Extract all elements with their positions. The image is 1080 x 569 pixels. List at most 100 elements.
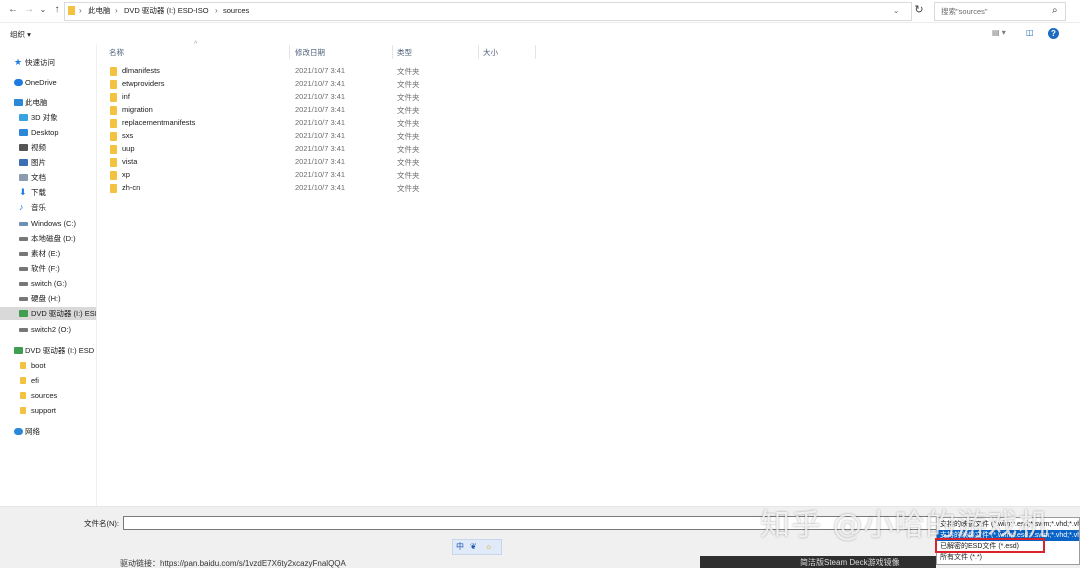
breadcrumb-separator-icon: › (115, 6, 118, 15)
picture-icon (19, 159, 28, 166)
file-row[interactable]: sxs 2021/10/7 3:41 文件夹 (104, 130, 584, 143)
file-row[interactable]: zh-cn 2021/10/7 3:41 文件夹 (104, 182, 584, 195)
file-type: 文件夹 (397, 80, 420, 89)
file-type: 文件夹 (397, 93, 420, 102)
column-header-type[interactable]: 类型 (397, 47, 412, 58)
file-row[interactable]: uup 2021/10/7 3:41 文件夹 (104, 143, 584, 156)
nav-item-drive-e[interactable]: 素材 (E:) (0, 247, 96, 260)
sort-ascending-icon: ^ (194, 41, 198, 48)
music-icon: ♪ (19, 202, 24, 212)
drive-icon (19, 237, 28, 241)
column-divider[interactable] (535, 45, 536, 59)
nav-item-efi[interactable]: efi (0, 374, 96, 387)
nav-item-drive-c[interactable]: Windows (C:) (0, 217, 96, 230)
address-dropdown-icon[interactable]: ⌄ (893, 5, 899, 17)
file-date: 2021/10/7 3:41 (295, 170, 346, 179)
file-row[interactable]: inf 2021/10/7 3:41 文件夹 (104, 91, 584, 104)
file-type: 文件夹 (397, 145, 420, 154)
file-name: sxs (122, 131, 134, 140)
up-arrow-icon[interactable]: ↑ (50, 3, 64, 17)
address-bar[interactable]: › 此电脑 › DVD 驱动器 (I:) ESD-ISO › sources ⌄ (64, 2, 912, 21)
nav-item-documents[interactable]: 文档 (0, 171, 96, 184)
folder-icon (110, 93, 117, 102)
nav-item-drive-f[interactable]: 软件 (F:) (0, 262, 96, 275)
file-row[interactable]: replacementmanifests 2021/10/7 3:41 文件夹 (104, 117, 584, 130)
history-chevron-icon[interactable]: ⌄ (36, 3, 50, 17)
dvd-icon (14, 347, 23, 354)
nav-item-pictures[interactable]: 图片 (0, 156, 96, 169)
column-divider[interactable] (289, 45, 290, 59)
search-placeholder: 搜索"sources" (941, 7, 988, 16)
preview-pane-icon[interactable]: ◫ (1026, 28, 1034, 38)
star-icon: ★ (14, 57, 23, 67)
nav-item-quick-access[interactable]: ★ 快速访问 (0, 56, 96, 69)
breadcrumb-sources[interactable]: sources (223, 5, 249, 17)
column-divider[interactable] (392, 45, 393, 59)
breadcrumb-separator-icon: › (79, 6, 82, 15)
file-name: vista (122, 157, 138, 166)
column-divider[interactable] (478, 45, 479, 59)
file-type: 文件夹 (397, 67, 420, 76)
file-row[interactable]: migration 2021/10/7 3:41 文件夹 (104, 104, 584, 117)
nav-item-boot[interactable]: boot (0, 359, 96, 372)
nav-item-onedrive[interactable]: OneDrive (0, 76, 96, 89)
view-options-icon[interactable]: ▤ ▾ (992, 28, 1006, 38)
nav-item-dvd-drive-i[interactable]: DVD 驱动器 (I:) ESI (0, 307, 96, 320)
nav-item-desktop[interactable]: Desktop (0, 126, 96, 139)
file-type: 文件夹 (397, 132, 420, 141)
column-header-name[interactable]: 名称 (109, 47, 124, 58)
caption-right-text: 简洁版Steam Deck游戏镜像 (800, 558, 900, 567)
nav-item-this-pc[interactable]: 此电脑 (0, 96, 96, 109)
back-arrow-icon[interactable]: ← (6, 3, 20, 17)
file-row[interactable]: etwproviders 2021/10/7 3:41 文件夹 (104, 78, 584, 91)
nav-item-support[interactable]: support (0, 404, 96, 417)
file-name: inf (122, 92, 130, 101)
nav-item-drive-d[interactable]: 本地磁盘 (D:) (0, 232, 96, 245)
nav-item-3d-objects[interactable]: 3D 对象 (0, 111, 96, 124)
nav-item-videos[interactable]: 视频 (0, 141, 96, 154)
nav-item-drive-h[interactable]: 硬盘 (H:) (0, 292, 96, 305)
vertical-scrollbar[interactable] (1067, 44, 1079, 506)
nav-item-dvd-drive-root[interactable]: DVD 驱动器 (I:) ESD (0, 344, 96, 357)
nav-item-downloads[interactable]: ⬇ 下载 (0, 186, 96, 199)
folder-icon (110, 184, 117, 193)
cloud-icon (14, 79, 23, 86)
document-icon (19, 174, 28, 181)
folder-icon (20, 362, 26, 369)
ime-skin-icon[interactable]: ☼ (485, 541, 492, 553)
file-type: 文件夹 (397, 171, 420, 180)
file-row[interactable]: vista 2021/10/7 3:41 文件夹 (104, 156, 584, 169)
search-input[interactable]: 搜索"sources" ⌕ (934, 2, 1066, 21)
breadcrumb-dvd-drive[interactable]: DVD 驱动器 (I:) ESD-ISO (124, 5, 209, 17)
folder-icon (110, 132, 117, 141)
column-header-date[interactable]: 修改日期 (295, 47, 325, 58)
toolbar: 组织 ▾ ▤ ▾ ◫ ? (0, 23, 1080, 43)
nav-item-drive-g[interactable]: switch (G:) (0, 277, 96, 290)
folder-icon (20, 392, 26, 399)
folder-icon (20, 407, 26, 414)
nav-item-drive-o[interactable]: switch2 (O:) (0, 323, 96, 336)
file-type: 文件夹 (397, 184, 420, 193)
forward-arrow-icon[interactable]: → (22, 3, 36, 17)
address-row: ← → ⌄ ↑ › 此电脑 › DVD 驱动器 (I:) ESD-ISO › s… (0, 0, 1080, 23)
column-header-size[interactable]: 大小 (483, 47, 498, 58)
nav-item-music[interactable]: ♪ 音乐 (0, 201, 96, 214)
file-row[interactable]: dlmanifests 2021/10/7 3:41 文件夹 (104, 65, 584, 78)
ime-chinese-mode-icon[interactable]: 中 (456, 541, 464, 553)
nav-item-network[interactable]: 网络 (0, 425, 96, 438)
organize-button[interactable]: 组织 ▾ (10, 29, 31, 40)
file-name: replacementmanifests (122, 118, 196, 127)
ime-punctuation-icon[interactable]: ❦ (470, 541, 477, 553)
drive-icon (19, 328, 28, 332)
refresh-icon[interactable]: ↻ (912, 3, 926, 17)
file-name: etwproviders (122, 79, 165, 88)
search-icon[interactable]: ⌕ (1052, 5, 1058, 16)
file-list-header: ^ 名称 修改日期 类型 大小 (104, 41, 536, 59)
help-icon[interactable]: ? (1048, 28, 1059, 39)
breadcrumb-this-pc[interactable]: 此电脑 (88, 5, 111, 17)
file-row[interactable]: xp 2021/10/7 3:41 文件夹 (104, 169, 584, 182)
filetype-option[interactable]: 所有文件 (*.*) (937, 552, 1079, 563)
file-date: 2021/10/7 3:41 (295, 144, 346, 153)
nav-item-sources[interactable]: sources (0, 389, 96, 402)
ime-toolbar[interactable]: 中 ❦ ☼ (452, 539, 502, 555)
